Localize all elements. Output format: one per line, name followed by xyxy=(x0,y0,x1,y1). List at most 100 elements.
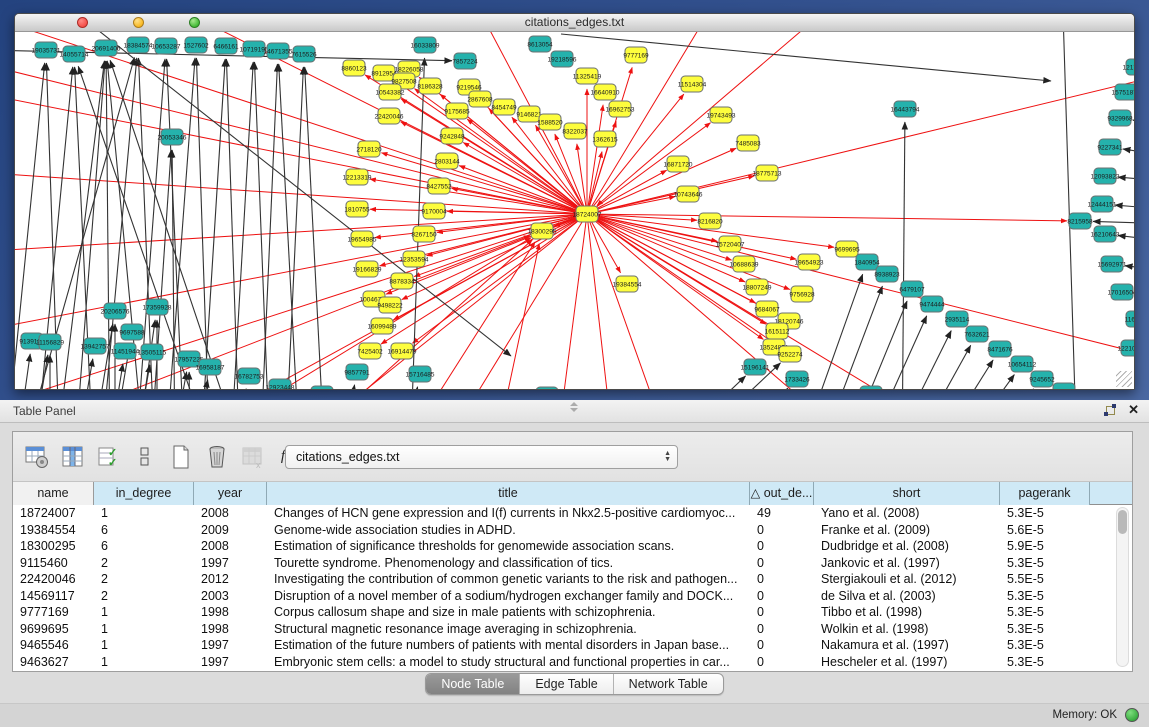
graph-node[interactable] xyxy=(536,387,558,389)
table-row[interactable]: 1456911722003Disruption of a novel membe… xyxy=(13,588,1132,605)
graph-edge[interactable] xyxy=(106,61,110,389)
table-cell[interactable]: 1998 xyxy=(194,604,267,621)
table-cell[interactable]: 0 xyxy=(750,621,814,638)
table-cell[interactable]: Investigating the contribution of common… xyxy=(267,571,750,588)
table-cell[interactable]: Tourette syndrome. Phenomenology and cla… xyxy=(267,555,750,572)
table-cell[interactable]: 1 xyxy=(94,621,194,638)
graph-edge[interactable] xyxy=(587,214,1134,362)
table-cell[interactable]: 0 xyxy=(750,588,814,605)
table-cell[interactable]: 1 xyxy=(94,505,194,522)
scrollbar-thumb[interactable] xyxy=(1118,510,1127,534)
graph-edge[interactable] xyxy=(370,179,587,214)
graph-edge[interactable] xyxy=(226,59,240,389)
table-cell[interactable]: Estimation of significance thresholds fo… xyxy=(267,538,750,555)
table-cell[interactable]: Wolkin et al. (1998) xyxy=(814,621,1000,638)
table-cell[interactable]: 5.3E-5 xyxy=(1000,637,1090,654)
graph-edge[interactable] xyxy=(1133,120,1134,127)
table-row[interactable]: 911546021997Tourette syndrome. Phenomeno… xyxy=(13,555,1132,572)
table-cell[interactable]: 5.6E-5 xyxy=(1000,522,1090,539)
table-cell[interactable]: 0 xyxy=(750,555,814,572)
table-cell[interactable]: 9463627 xyxy=(13,654,94,671)
table-cell[interactable]: 1 xyxy=(94,604,194,621)
graph-edge[interactable] xyxy=(861,316,927,389)
table-row[interactable]: 969969511998Structural magnetic resonanc… xyxy=(13,621,1132,638)
table-cell[interactable]: 9115460 xyxy=(13,555,94,572)
graph-edge[interactable] xyxy=(816,286,882,389)
table-cell[interactable]: 5.3E-5 xyxy=(1000,588,1090,605)
table-cell[interactable]: 0 xyxy=(750,637,814,654)
graph-edge[interactable] xyxy=(189,372,190,389)
table-cell[interactable]: Estimation of the future numbers of pati… xyxy=(267,637,750,654)
network-window-titlebar[interactable]: citations_edges.txt xyxy=(15,14,1134,32)
column-header-title[interactable]: title xyxy=(267,482,750,505)
table-cell[interactable]: 5.3E-5 xyxy=(1000,555,1090,572)
graph-edge[interactable] xyxy=(15,214,587,389)
table-cell[interactable]: Jankovic et al. (1997) xyxy=(814,555,1000,572)
table-cell[interactable]: Stergiakouli et al. (2012) xyxy=(814,571,1000,588)
graph-edge[interactable] xyxy=(587,72,1134,214)
graph-edge[interactable] xyxy=(230,62,253,389)
graph-edge[interactable] xyxy=(1115,205,1134,210)
tab-network-table[interactable]: Network Table xyxy=(614,674,723,694)
tab-node-table[interactable]: Node Table xyxy=(426,674,520,694)
column-header-name[interactable]: name xyxy=(13,482,94,505)
panel-splitter-handle[interactable] xyxy=(566,402,580,412)
graph-node[interactable] xyxy=(311,386,333,389)
table-cell[interactable]: de Silva et al. (2003) xyxy=(814,588,1000,605)
graph-edge[interactable] xyxy=(929,360,993,389)
table-row[interactable]: 977716911998Corpus callosum shape and si… xyxy=(13,604,1132,621)
table-cell[interactable]: Franke et al. (2009) xyxy=(814,522,1000,539)
table-cell[interactable]: Embryonic stem cells: a model to study s… xyxy=(267,654,750,671)
graph-edge[interactable] xyxy=(1118,177,1134,182)
table-cell[interactable]: 2008 xyxy=(194,505,267,522)
select-columns-button[interactable]: ✓✓ xyxy=(95,443,122,470)
table-cell[interactable]: 9699695 xyxy=(13,621,94,638)
table-cell[interactable]: 5.5E-5 xyxy=(1000,571,1090,588)
column-header-in_degree[interactable]: in_degree xyxy=(94,482,194,505)
table-mode-button[interactable] xyxy=(23,443,50,470)
table-cell[interactable]: 0 xyxy=(750,654,814,671)
graph-edge[interactable] xyxy=(403,387,418,389)
table-cell[interactable]: Tibbo et al. (1998) xyxy=(814,604,1000,621)
graph-edge[interactable] xyxy=(15,62,587,214)
graph-edge[interactable] xyxy=(165,58,195,389)
column-header-out_de[interactable]: △ out_de... xyxy=(750,482,814,505)
table-cell[interactable]: 49 xyxy=(750,505,814,522)
table-cell[interactable]: 1997 xyxy=(194,555,267,572)
graph-edge[interactable] xyxy=(75,236,530,389)
table-cell[interactable]: 2009 xyxy=(194,522,267,539)
delete-column-button[interactable] xyxy=(203,443,230,470)
table-row[interactable]: 2242004622012Investigating the contribut… xyxy=(13,571,1132,588)
table-cell[interactable]: Nakamura et al. (1997) xyxy=(814,637,1000,654)
table-vertical-scrollbar[interactable] xyxy=(1116,507,1129,667)
table-cell[interactable]: 1997 xyxy=(194,654,267,671)
table-cell[interactable]: Hescheler et al. (1997) xyxy=(814,654,1000,671)
row-selector-button[interactable] xyxy=(131,443,158,470)
graph-edge[interactable] xyxy=(715,388,788,389)
graph-edge[interactable] xyxy=(260,64,277,389)
table-cell[interactable]: 0 xyxy=(750,604,814,621)
table-cell[interactable]: 5.3E-5 xyxy=(1000,654,1090,671)
graph-edge[interactable] xyxy=(655,376,746,389)
table-cell[interactable]: 22420046 xyxy=(13,571,94,588)
table-cell[interactable]: 2008 xyxy=(194,538,267,555)
table-cell[interactable]: 1998 xyxy=(194,621,267,638)
graph-edge[interactable] xyxy=(1123,149,1134,157)
table-cell[interactable]: Disruption of a novel member of a sodium… xyxy=(267,588,750,605)
graph-edge[interactable] xyxy=(906,345,971,389)
column-header-year[interactable]: year xyxy=(194,482,267,505)
close-panel-icon[interactable]: ✕ xyxy=(1128,403,1139,417)
graph-edge[interactable] xyxy=(1093,221,1134,224)
table-cell[interactable]: 9777169 xyxy=(13,604,94,621)
graph-edge[interactable] xyxy=(587,148,736,214)
table-cell[interactable]: 6 xyxy=(94,522,194,539)
window-resize-grip[interactable] xyxy=(1116,371,1132,387)
table-cell[interactable]: 18300295 xyxy=(13,538,94,555)
graph-edge[interactable] xyxy=(1118,235,1134,242)
tab-edge-table[interactable]: Edge Table xyxy=(520,674,613,694)
table-cell[interactable]: 2012 xyxy=(194,571,267,588)
memory-status-indicator[interactable] xyxy=(1125,708,1139,722)
table-cell[interactable]: 0 xyxy=(750,522,814,539)
show-columns-button[interactable] xyxy=(59,443,86,470)
table-cell[interactable]: 19384554 xyxy=(13,522,94,539)
